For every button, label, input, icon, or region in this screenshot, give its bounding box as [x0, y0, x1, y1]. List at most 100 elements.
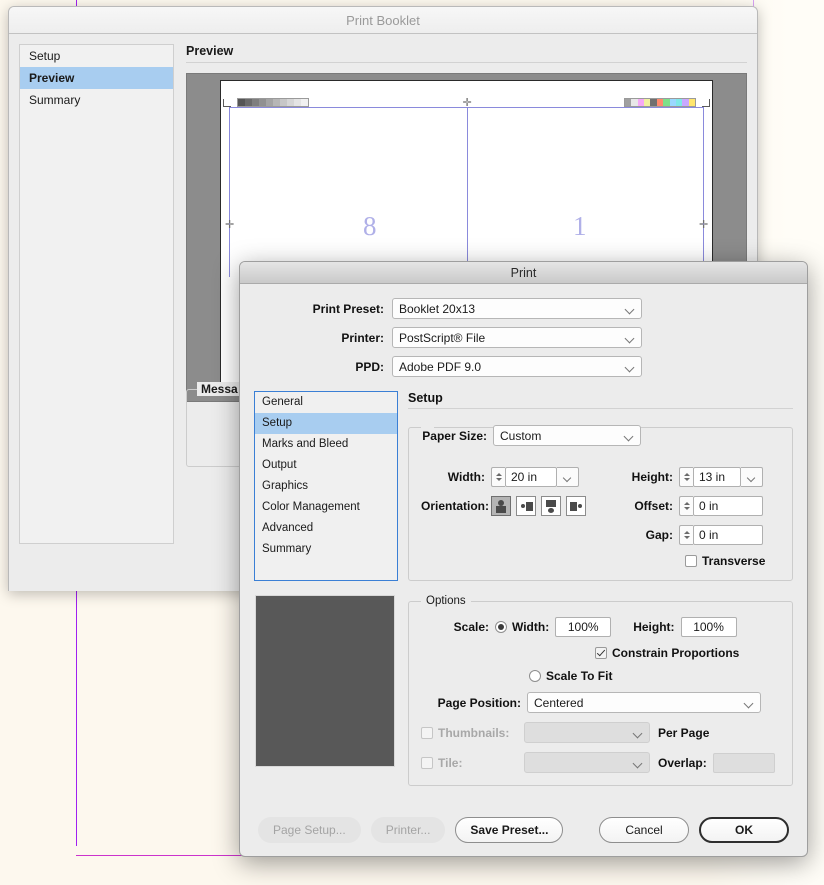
printer-value: PostScript® File [399, 330, 486, 345]
scale-height-input[interactable]: 100% [680, 617, 737, 637]
print-booklet-titlebar[interactable]: Print Booklet [9, 7, 757, 34]
scale-to-fit-radio[interactable] [529, 670, 541, 682]
tile-label: Tile: [438, 755, 463, 770]
scale-width-value: 100% [567, 620, 599, 634]
category-graphics[interactable]: Graphics [255, 476, 397, 497]
constrain-proportions-label: Constrain Proportions [612, 646, 740, 660]
orientation-reverse-landscape-button[interactable] [566, 496, 586, 516]
tile-row: Tile: Overlap: [421, 752, 780, 773]
registration-mark-top-center: ✛ [462, 97, 472, 109]
paper-height-unit-select[interactable] [741, 467, 763, 487]
print-preset-label: Print Preset: [312, 301, 384, 316]
printer-button[interactable]: Printer... [370, 817, 446, 843]
per-page-label: Per Page [658, 725, 710, 740]
page-position-select[interactable]: Centered [527, 692, 761, 713]
scale-to-fit-label: Scale To Fit [546, 669, 613, 683]
print-dialog-category-list[interactable]: General Setup Marks and Bleed Output Gra… [254, 391, 398, 581]
paper-height-stepper[interactable] [679, 467, 693, 487]
thumbnails-row: Thumbnails: Per Page [421, 722, 780, 743]
print-dialog-titlebar[interactable]: Print [240, 262, 807, 284]
offset-input[interactable]: 0 in [693, 496, 763, 516]
registration-mark-left-bottom: ✛ [225, 219, 235, 231]
page-position-row: Page Position: Centered [421, 692, 780, 713]
gap-input[interactable]: 0 in [693, 525, 763, 545]
orientation-portrait-button[interactable] [491, 496, 511, 516]
scale-row: Scale: Width: 100% Height: 100% [421, 617, 780, 637]
paper-size-select[interactable]: Custom [493, 425, 641, 446]
paper-size-label: Paper Size: [422, 428, 487, 443]
thumbnails-per-page-select[interactable] [524, 722, 650, 743]
constrain-proportions-checkbox[interactable] [595, 647, 607, 659]
ppd-select[interactable]: Adobe PDF 9.0 [392, 356, 642, 377]
gap-row: Gap: 0 in [617, 525, 780, 545]
ok-button[interactable]: OK [699, 817, 789, 843]
print-booklet-sidebar: Setup Preview Summary [19, 44, 174, 544]
paper-width-stepper[interactable] [491, 467, 505, 487]
tile-checkbox[interactable] [421, 756, 433, 769]
category-color-management-label: Color Management [262, 501, 360, 513]
transverse-row[interactable]: Transverse [617, 554, 780, 568]
tile-mode-select[interactable] [524, 752, 650, 773]
paper-size-row: Paper Size: Custom [421, 425, 780, 446]
print-preset-select[interactable]: Booklet 20x13 [392, 298, 642, 319]
scale-width-label: Width: [512, 620, 550, 634]
setup-panel-title: Setup [408, 391, 443, 405]
cancel-button[interactable]: Cancel [599, 817, 689, 843]
offset-stepper[interactable] [679, 496, 693, 516]
orientation-label: Orientation: [421, 499, 489, 513]
category-output-label: Output [262, 459, 297, 471]
category-color-management[interactable]: Color Management [255, 497, 397, 518]
category-setup-label: Setup [262, 417, 293, 429]
offset-value: 0 in [699, 499, 719, 513]
category-general[interactable]: General [255, 392, 397, 413]
category-marks-and-bleed[interactable]: Marks and Bleed [255, 434, 397, 455]
print-preset-value: Booklet 20x13 [399, 301, 476, 316]
scale-to-fit-row[interactable]: Scale To Fit [421, 669, 780, 683]
options-group: Options Scale: Width: 100% Height: 100% … [408, 595, 793, 786]
save-preset-button[interactable]: Save Preset... [455, 817, 564, 843]
registration-mark-right-bottom: ✛ [699, 219, 709, 231]
category-summary[interactable]: Summary [255, 539, 397, 560]
sidebar-item-preview[interactable]: Preview [20, 67, 173, 89]
constrain-proportions-row[interactable]: Constrain Proportions [421, 646, 780, 660]
orientation-reverse-portrait-button[interactable] [541, 496, 561, 516]
trim-line-left [229, 107, 230, 277]
category-setup[interactable]: Setup [255, 413, 397, 434]
sidebar-item-summary[interactable]: Summary [20, 89, 173, 111]
gap-stepper[interactable] [679, 525, 693, 545]
paper-height-input[interactable]: 13 in [693, 467, 741, 487]
sidebar-item-summary-label: Summary [29, 93, 81, 107]
paper-width-unit-select[interactable] [557, 467, 579, 487]
print-preset-row: Print Preset: Booklet 20x13 [262, 298, 785, 319]
paper-height-value: 13 in [699, 470, 726, 484]
category-general-label: General [262, 396, 303, 408]
category-output[interactable]: Output [255, 455, 397, 476]
paper-width-input[interactable]: 20 in [505, 467, 557, 487]
scale-height-label: Height: [633, 620, 675, 634]
messages-group-label: Messa [197, 382, 242, 396]
preview-section-title: Preview [186, 44, 234, 58]
scale-width-height-radio[interactable] [495, 621, 507, 633]
page-number-right: 1 [573, 211, 587, 241]
printer-select[interactable]: PostScript® File [392, 327, 642, 348]
height-row: Height: 13 in [617, 467, 780, 487]
orientation-landscape-button[interactable] [516, 496, 536, 516]
print-preview-thumbnail [255, 595, 395, 767]
transverse-checkbox[interactable] [685, 555, 697, 567]
category-advanced[interactable]: Advanced [255, 518, 397, 539]
page-position-value: Centered [534, 695, 584, 710]
offset-row: Offset: 0 in [617, 496, 780, 516]
category-marks-and-bleed-label: Marks and Bleed [262, 438, 349, 450]
scale-width-input[interactable]: 100% [555, 617, 612, 637]
save-preset-button-label: Save Preset... [470, 823, 549, 837]
page-number-left: 8 [363, 211, 377, 241]
overlap-label: Overlap: [658, 755, 707, 770]
trim-line-right [703, 107, 704, 277]
page-setup-button[interactable]: Page Setup... [258, 817, 361, 843]
thumbnails-checkbox[interactable] [421, 726, 433, 739]
orientation-row: Orientation: [421, 496, 617, 516]
sidebar-item-setup[interactable]: Setup [20, 45, 173, 67]
category-advanced-label: Advanced [262, 522, 314, 534]
page-setup-button-label: Page Setup... [273, 823, 346, 837]
overlap-input[interactable] [712, 752, 775, 773]
